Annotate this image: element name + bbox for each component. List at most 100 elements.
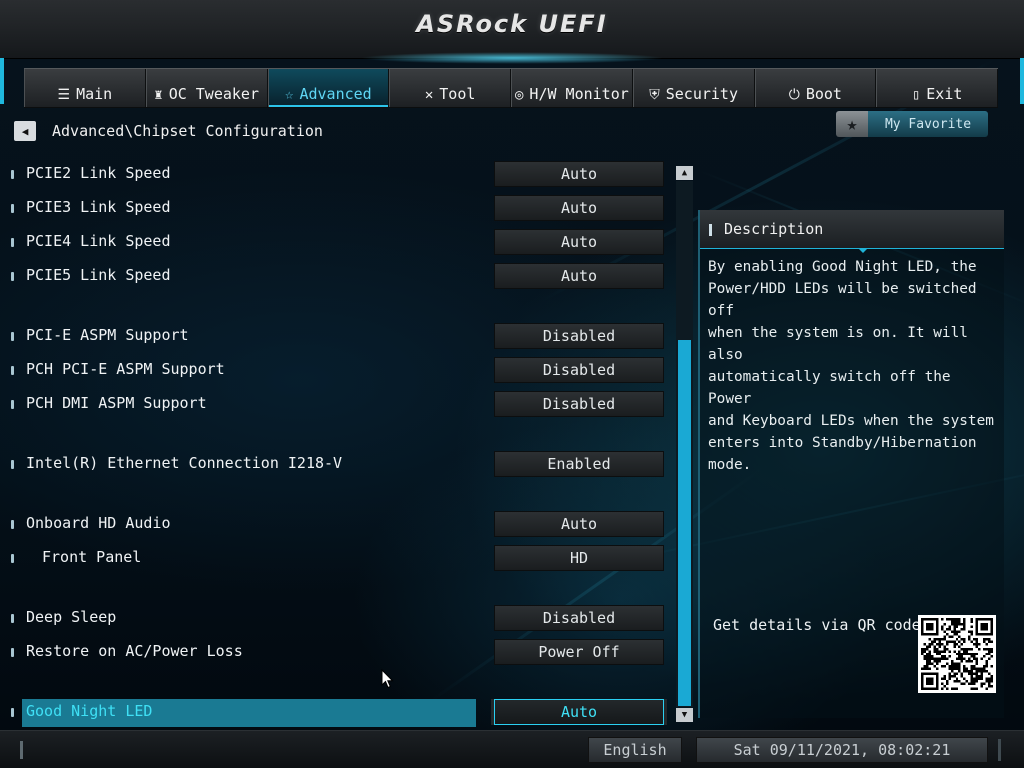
setting-label: PCH DMI ASPM Support [26, 394, 207, 412]
tab-tool[interactable]: ✕ Tool [389, 69, 511, 107]
setting-label: PCIE4 Link Speed [26, 232, 171, 250]
tab-label: H/W Monitor [529, 85, 629, 103]
scroll-up-button[interactable]: ▲ [676, 166, 693, 180]
setting-label: Front Panel [42, 548, 142, 566]
row-bullet-icon [11, 708, 14, 717]
uefi-screen: ASRock UEFI ☰ Main ♜ OC Tweaker ☆ Advanced ✕ To… [0, 0, 1024, 768]
tab-label: Boot [805, 85, 842, 103]
scroll-down-button[interactable]: ▼ [676, 708, 693, 722]
setting-value-button[interactable]: Auto [494, 263, 664, 289]
asrock-uefi-logo: ASRock UEFI [416, 10, 608, 38]
tab-label: Main [76, 85, 113, 103]
exit-door-icon: ▯ [911, 87, 921, 103]
tab-label: OC Tweaker [168, 85, 259, 103]
wrench-icon: ✕ [424, 87, 434, 103]
my-favorite-button[interactable]: ★ My Favorite [836, 111, 988, 137]
tab-security[interactable]: ⛨ Security [632, 69, 755, 107]
mouse-cursor-icon [381, 669, 394, 689]
description-text: By enabling Good Night LED, the Power/HD… [708, 259, 994, 473]
setting-row-good-night-led[interactable]: Good Night LED Auto [0, 699, 666, 727]
top-bar: ASRock UEFI [0, 0, 1024, 59]
setting-value-button[interactable]: Auto [494, 699, 664, 725]
row-bullet-icon [11, 400, 14, 409]
datetime-display: Sat 09/11/2021, 08:02:21 [696, 737, 988, 763]
row-bullet-icon [11, 238, 14, 247]
setting-value-button[interactable]: Disabled [494, 323, 664, 349]
qr-code-label: Get details via QR code [713, 616, 921, 634]
my-favorite-label: My Favorite [868, 111, 988, 137]
setting-label: Good Night LED [26, 702, 153, 720]
setting-row-pch-pci-e-aspm-support[interactable]: PCH PCI-E ASPM Support Disabled [0, 357, 666, 383]
left-edge-accent [0, 58, 4, 104]
setting-row-pcie3-link-speed[interactable]: PCIE3 Link Speed Auto [0, 195, 666, 221]
setting-row-intel-r-ethernet-connection-i218-v[interactable]: Intel(R) Ethernet Connection I218-V Enabl… [0, 451, 666, 477]
setting-value-button[interactable]: HD [494, 545, 664, 571]
setting-label: PCIE2 Link Speed [26, 164, 171, 182]
setting-value-button[interactable]: Auto [494, 511, 664, 537]
setting-value-button[interactable]: Auto [494, 195, 664, 221]
setting-row-pch-dmi-aspm-support[interactable]: PCH DMI ASPM Support Disabled [0, 391, 666, 417]
power-icon: ⏻ [788, 87, 800, 103]
row-bullet-icon [11, 460, 14, 469]
main-tab-bar: ☰ Main ♜ OC Tweaker ☆ Advanced ✕ Tool ◎ H/W Monit… [24, 68, 998, 108]
description-title: Description [724, 220, 824, 238]
star-icon: ☆ [285, 87, 294, 103]
tab-boot[interactable]: ⏻ Boot [754, 69, 877, 107]
setting-value-button[interactable]: Disabled [494, 357, 664, 383]
tab-label: Advanced [299, 85, 372, 103]
description-header: Description [700, 210, 1004, 249]
row-bullet-icon [11, 366, 14, 375]
row-bullet-icon [11, 204, 14, 213]
row-bullet-icon [11, 554, 14, 563]
right-edge-accent [1020, 58, 1024, 104]
favorite-star-icon: ★ [836, 111, 868, 137]
row-bullet-icon [11, 614, 14, 623]
back-arrow-icon: ◀ [21, 124, 29, 138]
back-button[interactable]: ◀ [14, 121, 36, 141]
setting-value-button[interactable]: Auto [494, 161, 664, 187]
qr-code-image [918, 615, 996, 693]
setting-label: PCH PCI-E ASPM Support [26, 360, 225, 378]
setting-row-pci-e-aspm-support[interactable]: PCI-E ASPM Support Disabled [0, 323, 666, 349]
tab-exit[interactable]: ▯ Exit [876, 69, 998, 107]
setting-row-pcie5-link-speed[interactable]: PCIE5 Link Speed Auto [0, 263, 666, 289]
triangle-up-icon: ▲ [681, 168, 688, 178]
breadcrumb-path: Advanced\Chipset Configuration [52, 122, 323, 140]
setting-label: Intel(R) Ethernet Connection I218-V [26, 454, 343, 472]
setting-row-front-panel[interactable]: Front Panel HD [0, 545, 666, 571]
row-bullet-icon [11, 648, 14, 657]
setting-value-button[interactable]: Enabled [494, 451, 664, 477]
language-button[interactable]: English [588, 737, 682, 763]
setting-row-restore-on-ac-power-loss[interactable]: Restore on AC/Power Loss Power Off [0, 639, 666, 665]
setting-row-onboard-hd-audio[interactable]: Onboard HD Audio Auto [0, 511, 666, 537]
rocket-icon: ♜ [154, 87, 163, 103]
description-panel: Description By enabling Good Night LED, … [698, 210, 1004, 718]
setting-value-button[interactable]: Auto [494, 229, 664, 255]
setting-row-pcie4-link-speed[interactable]: PCIE4 Link Speed Auto [0, 229, 666, 255]
row-bullet-icon [11, 170, 14, 179]
breadcrumb: ◀ Advanced\Chipset Configuration [14, 120, 323, 142]
footer-right-marker [998, 739, 1001, 761]
setting-row-deep-sleep[interactable]: Deep Sleep Disabled [0, 605, 666, 631]
monitor-icon: ◎ [514, 87, 524, 103]
footer-left-marker [20, 741, 23, 759]
tab-h-w-monitor[interactable]: ◎ H/W Monitor [511, 69, 633, 107]
setting-value-button[interactable]: Disabled [494, 605, 664, 631]
row-bullet-icon [11, 332, 14, 341]
tab-label: Tool [439, 85, 476, 103]
row-bullet-icon [11, 520, 14, 529]
scrollbar-thumb[interactable] [678, 340, 691, 706]
triangle-down-icon: ▼ [681, 710, 688, 720]
setting-value-button[interactable]: Disabled [494, 391, 664, 417]
description-notch [858, 248, 868, 253]
header-marker [709, 224, 712, 236]
setting-row-pcie2-link-speed[interactable]: PCIE2 Link Speed Auto [0, 161, 666, 187]
setting-label: PCIE3 Link Speed [26, 198, 171, 216]
tab-label: Exit [926, 85, 963, 103]
tab-oc-tweaker[interactable]: ♜ OC Tweaker [145, 69, 268, 107]
tab-main[interactable]: ☰ Main [24, 69, 146, 107]
footer-bar: English Sat 09/11/2021, 08:02:21 [0, 730, 1024, 768]
setting-value-button[interactable]: Power Off [494, 639, 664, 665]
row-bullet-icon [11, 272, 14, 281]
tab-advanced[interactable]: ☆ Advanced [267, 69, 390, 107]
